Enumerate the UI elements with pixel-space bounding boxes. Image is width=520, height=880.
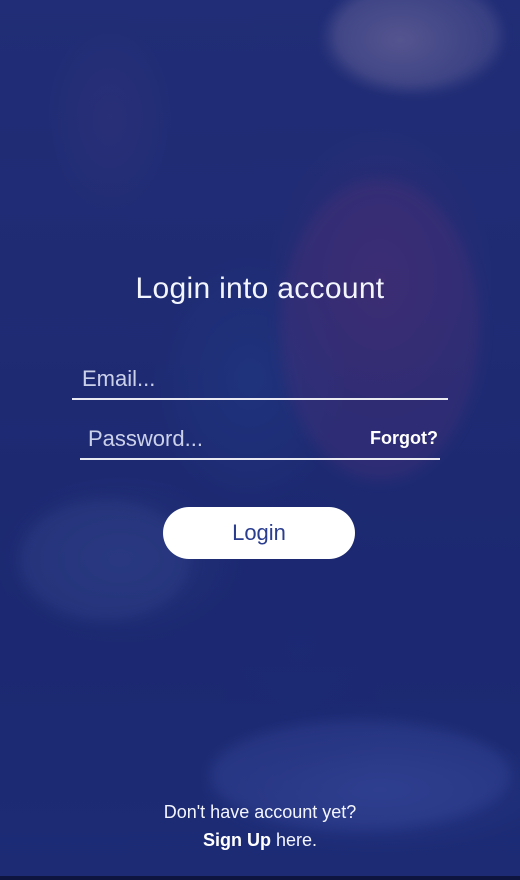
password-input[interactable] xyxy=(80,420,350,458)
email-field[interactable] xyxy=(72,360,448,400)
login-screen: Login into account Forgot? Login Don't h… xyxy=(0,0,520,880)
signup-footer: Don't have account yet? Sign Up here. xyxy=(0,798,520,854)
login-form: Login into account Forgot? Login Don't h… xyxy=(0,0,520,880)
signup-link[interactable]: Sign Up xyxy=(203,830,271,850)
password-field[interactable]: Forgot? xyxy=(80,420,440,460)
email-input[interactable] xyxy=(72,360,448,398)
bottom-edge xyxy=(0,876,520,880)
signup-suffix: here. xyxy=(270,830,318,850)
signup-prompt: Don't have account yet? xyxy=(163,802,357,822)
forgot-password-link[interactable]: Forgot? xyxy=(370,428,438,449)
signup-line: Sign Up here. xyxy=(0,826,520,854)
page-title: Login into account xyxy=(135,272,385,305)
login-button[interactable]: Login xyxy=(163,507,355,559)
